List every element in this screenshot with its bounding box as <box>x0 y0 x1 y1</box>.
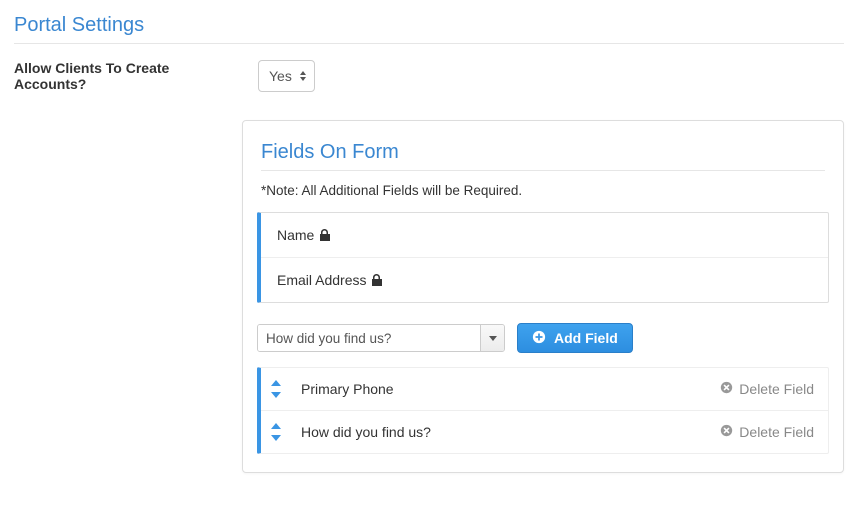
sort-handle[interactable] <box>267 423 285 441</box>
locked-field-row: Email Address <box>261 257 828 302</box>
delete-field-button[interactable]: Delete Field <box>720 424 814 440</box>
delete-field-label: Delete Field <box>739 381 814 397</box>
fields-panel: Fields On Form *Note: All Additional Fie… <box>242 120 844 473</box>
x-circle-icon <box>720 381 733 397</box>
custom-fields-list: Primary Phone Delete Field How did you f… <box>257 367 829 454</box>
add-field-row: Add Field <box>257 323 829 353</box>
locked-field-label: Name <box>277 227 314 243</box>
field-combobox <box>257 324 505 352</box>
caret-up-icon[interactable] <box>271 380 281 386</box>
caret-up-icon[interactable] <box>271 423 281 429</box>
lock-icon <box>320 229 330 241</box>
field-combobox-input[interactable] <box>258 325 480 351</box>
panel-note: *Note: All Additional Fields will be Req… <box>261 183 825 198</box>
lock-icon <box>372 274 382 286</box>
locked-field-label: Email Address <box>277 272 366 288</box>
custom-field-label: Primary Phone <box>295 381 710 397</box>
allow-create-select[interactable]: Yes <box>258 60 315 92</box>
add-field-button[interactable]: Add Field <box>517 323 633 353</box>
field-combobox-toggle[interactable] <box>480 325 504 351</box>
locked-field-row: Name <box>261 213 828 257</box>
caret-down-icon[interactable] <box>271 392 281 398</box>
sort-handle[interactable] <box>267 380 285 398</box>
delete-field-button[interactable]: Delete Field <box>720 381 814 397</box>
page-title: Portal Settings <box>14 14 844 44</box>
plus-circle-icon <box>532 330 546 347</box>
delete-field-label: Delete Field <box>739 424 814 440</box>
x-circle-icon <box>720 424 733 440</box>
allow-create-label: Allow Clients To Create Accounts? <box>14 60 242 92</box>
add-field-label: Add Field <box>554 330 618 346</box>
caret-down-icon[interactable] <box>271 435 281 441</box>
custom-field-label: How did you find us? <box>295 424 710 440</box>
custom-field-row: How did you find us? Delete Field <box>261 410 828 453</box>
custom-field-row: Primary Phone Delete Field <box>261 368 828 410</box>
allow-create-row: Allow Clients To Create Accounts? Yes <box>14 60 844 92</box>
panel-title: Fields On Form <box>261 141 825 171</box>
locked-fields-list: Name Email Address <box>257 212 829 303</box>
chevron-down-icon <box>489 336 497 341</box>
allow-create-select-wrap: Yes <box>258 60 315 92</box>
